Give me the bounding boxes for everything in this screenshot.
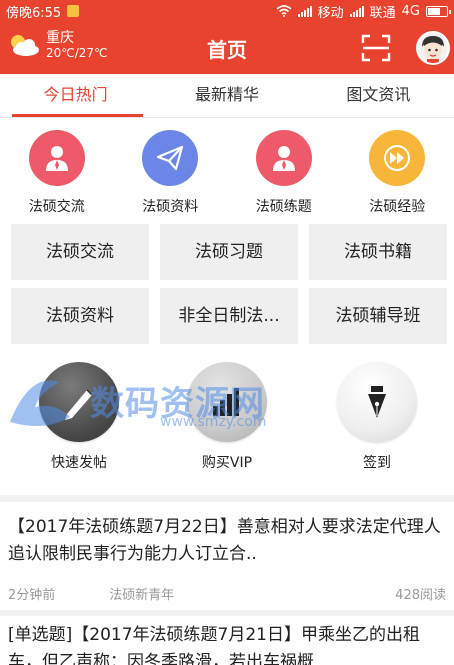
news-time: 2分钟前 <box>8 588 56 603</box>
action-label: 快速发帖 <box>51 455 107 471</box>
grid-item[interactable]: 法硕辅导班 <box>309 288 447 344</box>
grid-item[interactable]: 非全日制法... <box>160 288 298 344</box>
action-label: 购买VIP <box>201 455 253 471</box>
check-in-action[interactable]: 签到 <box>302 362 452 472</box>
fountain-pen-icon <box>337 362 417 442</box>
category-label: 法硕经验 <box>369 199 426 215</box>
category-label: 法硕交流 <box>28 199 85 215</box>
category-label: 法硕资料 <box>142 199 199 215</box>
tab-photo-news[interactable]: 图文资讯 <box>303 74 454 117</box>
category-label: 法硕练题 <box>255 199 312 215</box>
action-label: 签到 <box>363 455 391 471</box>
wifi-icon <box>276 5 292 17</box>
network-type: 4G <box>401 3 420 19</box>
category-materials[interactable]: 法硕资料 <box>114 130 228 216</box>
person-icon <box>28 130 85 186</box>
scan-icon[interactable] <box>361 34 391 62</box>
news-item[interactable]: 【2017年法硕练题7月22日】善意相对人要求法定代理人追认限制民事行为能力人订… <box>0 502 454 610</box>
security-shield-icon <box>67 5 80 17</box>
tab-today-hot[interactable]: 今日热门 <box>0 74 151 117</box>
category-icon-row: 法硕交流 法硕资料 法硕练题 法硕经验 <box>0 130 454 216</box>
carrier-1: 移动 <box>317 5 344 21</box>
status-bar: 傍晚6:55 移动 联通 4G <box>0 0 454 22</box>
person-icon <box>255 130 312 186</box>
news-title: [单选题]【2017年法硕练题7月21日】甲乘坐乙的出租车，但乙声称：因冬季路滑… <box>8 625 420 665</box>
news-reads: 428阅读 <box>395 588 446 603</box>
signal-icon-1 <box>297 5 312 17</box>
carrier-2: 联通 <box>369 5 396 21</box>
tab-bar: 今日热门 最新精华 图文资讯 <box>0 74 454 118</box>
battery-icon <box>426 5 451 17</box>
news-title: 【2017年法硕练题7月22日】善意相对人要求法定代理人追认限制民事行为能力人订… <box>8 517 441 564</box>
category-exchange[interactable]: 法硕交流 <box>0 130 114 216</box>
grid-item[interactable]: 法硕书籍 <box>309 224 447 280</box>
tab-latest-featured[interactable]: 最新精华 <box>151 74 302 117</box>
app-header: 重庆 20℃/27℃ 首页 <box>0 22 454 74</box>
category-practice[interactable]: 法硕练题 <box>227 130 341 216</box>
watermark-url: www.smzy.com <box>160 414 267 430</box>
battery-level <box>428 7 440 15</box>
news-meta: 2分钟前 法硕新青年 428阅读 <box>8 584 446 603</box>
fast-forward-icon <box>369 130 426 186</box>
news-source: 法硕新青年 <box>109 588 175 603</box>
paper-plane-icon <box>142 130 199 186</box>
grid-item[interactable]: 法硕交流 <box>11 224 149 280</box>
avatar-icon[interactable] <box>416 31 450 65</box>
news-item[interactable]: [单选题]【2017年法硕练题7月21日】甲乘坐乙的出租车，但乙声称：因冬季路滑… <box>0 616 454 665</box>
grid-item[interactable]: 法硕资料 <box>11 288 149 344</box>
status-time: 傍晚6:55 <box>6 5 62 21</box>
signal-icon-2 <box>349 5 364 17</box>
main-panel: 法硕交流 法硕资料 法硕练题 法硕经验 法硕交流 法硕习题 法硕书籍 法硕资料 … <box>0 118 454 495</box>
grid-item[interactable]: 法硕习题 <box>160 224 298 280</box>
category-experience[interactable]: 法硕经验 <box>341 130 454 216</box>
